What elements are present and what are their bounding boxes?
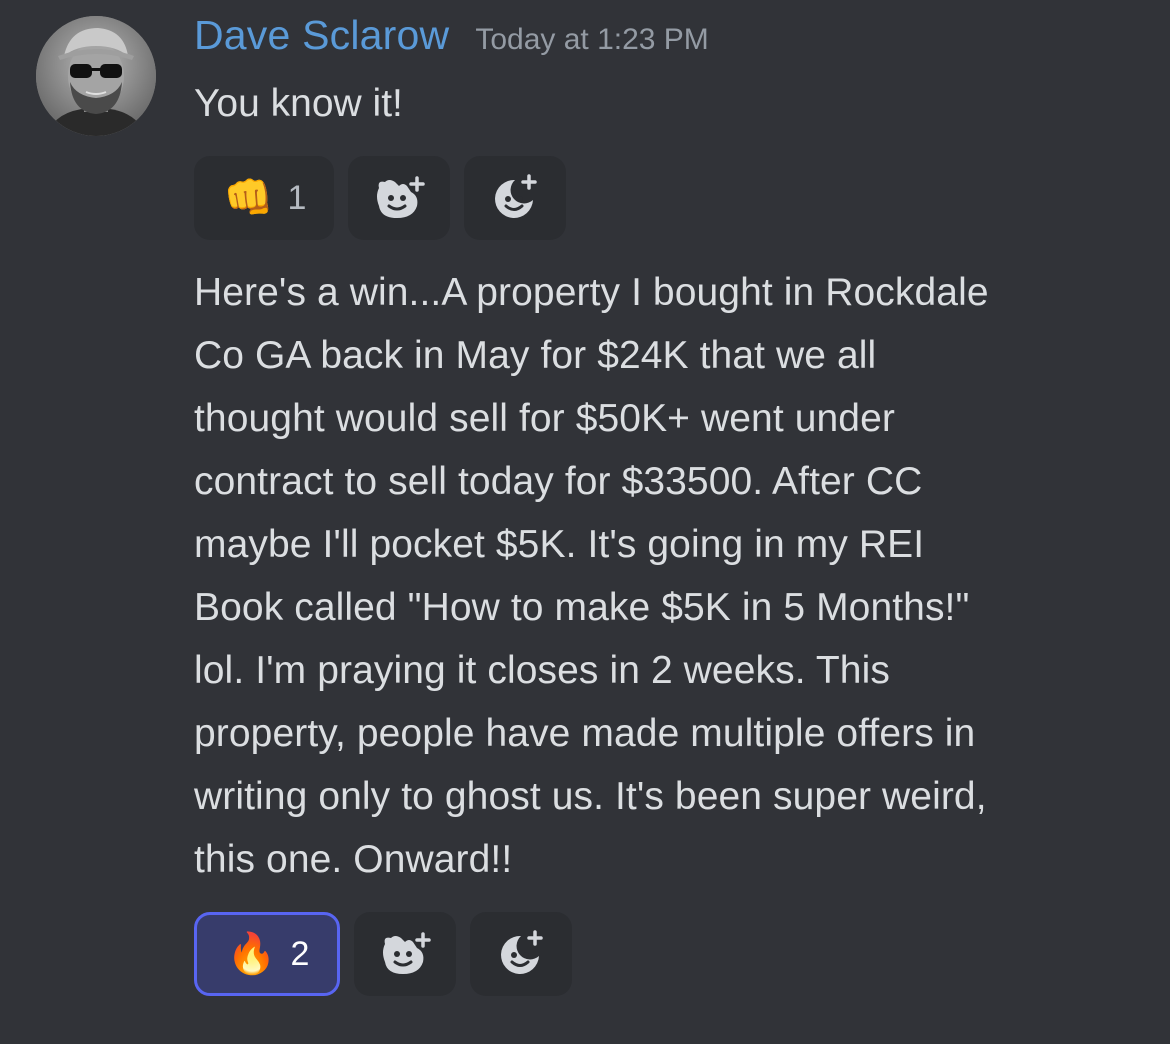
add-reaction-button[interactable]	[464, 156, 566, 240]
message-header: Dave Sclarow Today at 1:23 PM	[194, 12, 1134, 70]
add-super-reaction-button[interactable]	[354, 912, 456, 996]
add-super-reaction-icon	[373, 176, 425, 220]
author-username[interactable]: Dave Sclarow	[194, 12, 449, 59]
message-timestamp[interactable]: Today at 1:23 PM	[475, 23, 708, 57]
fire-emoji-icon: 🔥	[226, 932, 277, 976]
message-text: Here's a win...A property I bought in Ro…	[194, 271, 989, 881]
reaction-count: 1	[287, 178, 307, 217]
add-reaction-button[interactable]	[470, 912, 572, 996]
add-reaction-icon	[497, 930, 545, 978]
user-avatar[interactable]	[36, 16, 156, 136]
reaction-bar: 🔥 2	[194, 912, 572, 996]
message-text: You know it!	[194, 82, 403, 125]
reaction-fist-bump[interactable]: 👊 1	[194, 156, 334, 240]
avatar-photo	[36, 16, 156, 136]
fist-bump-emoji-icon: 👊	[223, 176, 274, 220]
add-super-reaction-button[interactable]	[348, 156, 450, 240]
chat-message-group: Dave Sclarow Today at 1:23 PM You know i…	[0, 0, 1170, 1044]
reaction-fire[interactable]: 🔥 2	[194, 912, 340, 996]
reaction-bar: 👊 1	[194, 156, 566, 240]
add-reaction-icon	[491, 174, 539, 222]
reaction-count: 2	[290, 934, 310, 973]
message-content: Dave Sclarow Today at 1:23 PM You know i…	[194, 12, 1134, 996]
add-super-reaction-icon	[379, 932, 431, 976]
